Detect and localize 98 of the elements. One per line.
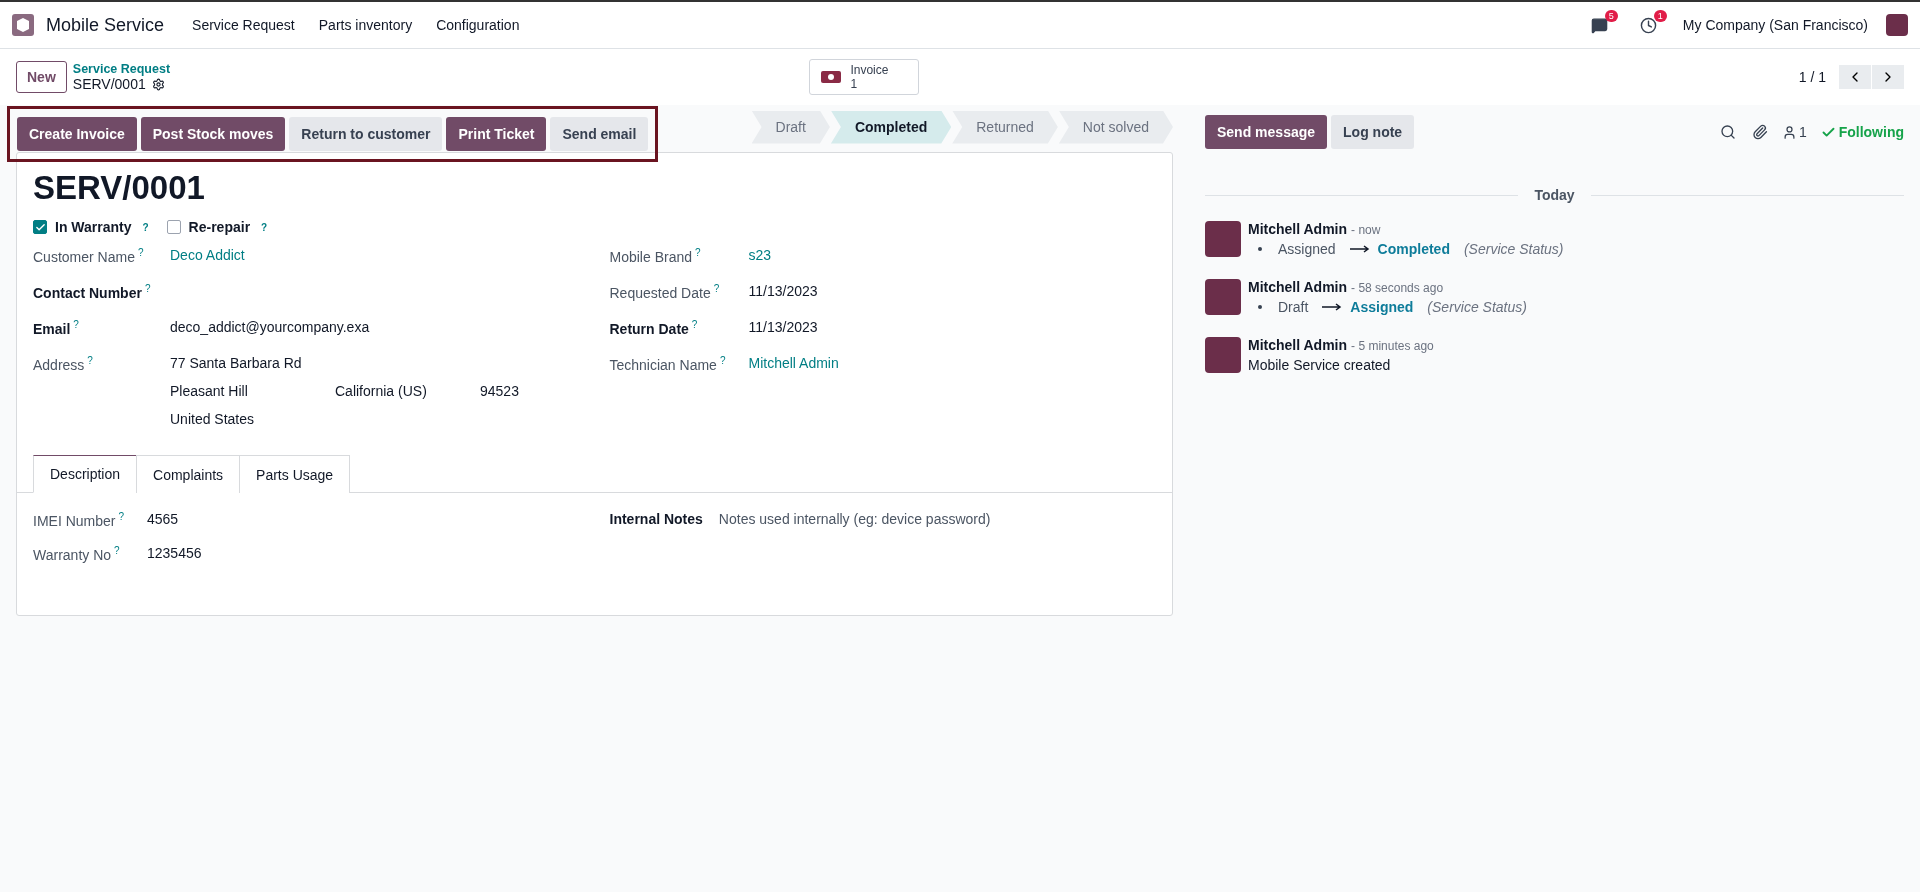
status-step[interactable]: Not solved: [1058, 110, 1173, 144]
field-label: Technician Name: [609, 356, 717, 373]
field-name: (Service Status): [1427, 299, 1527, 315]
message-time: - 58 seconds ago: [1351, 281, 1444, 295]
menu-item[interactable]: Service Request: [182, 17, 305, 33]
date-separator: Today: [1534, 187, 1575, 203]
person-icon: [1781, 124, 1797, 140]
field-label: Internal Notes: [609, 511, 703, 527]
help-tooltip-mark[interactable]: ?: [137, 247, 144, 258]
field-value: 77 Santa Barbara Rd: [170, 355, 303, 371]
log-note-button[interactable]: Log note: [1331, 115, 1415, 149]
settings-icon[interactable]: [151, 77, 165, 91]
help-tooltip-mark[interactable]: ?: [144, 283, 151, 294]
field-value: 11/13/2023: [748, 283, 819, 299]
clock-icon[interactable]: [1639, 16, 1657, 34]
checkbox[interactable]: [33, 220, 47, 234]
record-name: SERV/0001: [72, 76, 146, 92]
message-time: - now: [1351, 223, 1381, 237]
field-link[interactable]: Mitchell Admin: [748, 355, 1156, 371]
chat-icon[interactable]: [1590, 16, 1608, 34]
send-message-button[interactable]: Send message: [1205, 115, 1328, 149]
previous-button[interactable]: [1839, 65, 1871, 89]
tab[interactable]: Complaints: [136, 455, 241, 493]
message-body: Mobile Service created: [1248, 357, 1392, 373]
tab[interactable]: Description: [33, 455, 138, 493]
checkbox[interactable]: [166, 220, 181, 234]
new-value: Completed: [1377, 241, 1450, 257]
message-time: - 5 minutes ago: [1351, 339, 1434, 353]
invoice-smart-button[interactable]: Invoice 1: [809, 59, 920, 95]
field-value: United States: [170, 411, 256, 427]
help-tooltip-mark[interactable]: ?: [142, 221, 149, 233]
menu-item[interactable]: Configuration: [426, 17, 530, 33]
new-button[interactable]: New: [16, 61, 67, 93]
arrow-icon: [1349, 245, 1370, 253]
field-label: Requested Date: [609, 284, 711, 301]
field-label: Return Date: [609, 320, 689, 337]
field-link[interactable]: s23: [748, 247, 1156, 263]
count-badge: 5: [1604, 9, 1618, 22]
field-value: 11/13/2023: [748, 319, 819, 335]
status-step[interactable]: Draft: [751, 110, 830, 144]
checkbox-label: In Warranty: [55, 219, 132, 235]
field-value: California (US): [335, 383, 428, 399]
action-button[interactable]: Create Invoice: [17, 117, 137, 151]
help-tooltip-mark[interactable]: ?: [261, 221, 268, 233]
field-label: Contact Number: [33, 284, 142, 301]
app-logo-icon[interactable]: [12, 14, 34, 36]
help-tooltip-mark[interactable]: ?: [114, 545, 120, 556]
notes-placeholder[interactable]: Notes used internally (eg: device password): [718, 511, 991, 527]
field-value: 94523: [480, 383, 520, 399]
tab[interactable]: Parts Usage: [239, 455, 351, 493]
pager-text: 1 / 1: [1798, 69, 1826, 85]
next-button[interactable]: [1872, 65, 1904, 89]
old-value: Assigned: [1278, 241, 1336, 257]
action-button[interactable]: Return to customer: [289, 117, 443, 151]
action-button[interactable]: Print Ticket: [446, 117, 547, 151]
bullet-icon: [1258, 247, 1262, 251]
field-name: (Service Status): [1463, 241, 1564, 257]
old-value: Draft: [1278, 299, 1309, 315]
user-avatar[interactable]: [1886, 14, 1908, 36]
field-label: Mobile Brand: [609, 248, 692, 265]
bullet-icon: [1258, 305, 1262, 309]
help-tooltip-mark[interactable]: ?: [118, 511, 125, 522]
arrow-icon: [1322, 303, 1343, 311]
new-value: Assigned: [1350, 299, 1414, 315]
field-label: Warranty No: [33, 546, 112, 563]
help-tooltip-mark[interactable]: ?: [695, 247, 701, 258]
status-step[interactable]: Completed: [830, 110, 952, 144]
count-badge: 1: [1653, 9, 1667, 22]
help-tooltip-mark[interactable]: ?: [691, 319, 698, 330]
breadcrumb-link[interactable]: Service Request: [72, 62, 171, 76]
record-title: SERV/0001: [33, 169, 206, 207]
company-name[interactable]: My Company (San Francisco): [1682, 17, 1868, 33]
search-icon[interactable]: [1719, 124, 1736, 140]
field-value: 4565: [147, 511, 180, 527]
action-button[interactable]: Post Stock moves: [140, 117, 286, 151]
field-label: Address: [33, 356, 85, 373]
followers-button[interactable]: 1: [1781, 124, 1807, 140]
app-name[interactable]: Mobile Service: [46, 14, 165, 36]
checkbox-label: Re-repair: [188, 219, 251, 235]
field-value: Pleasant Hill: [170, 383, 249, 399]
help-tooltip-mark[interactable]: ?: [73, 319, 79, 330]
field-label: Email: [33, 320, 71, 337]
help-tooltip-mark[interactable]: ?: [719, 355, 726, 366]
banknote-icon: [820, 70, 843, 84]
field-value: 1235456: [147, 545, 203, 561]
help-tooltip-mark[interactable]: ?: [87, 355, 93, 366]
message-author[interactable]: Mitchell Admin: [1248, 337, 1348, 353]
field-label: IMEI Number: [33, 512, 116, 529]
paperclip-icon[interactable]: [1751, 124, 1768, 140]
help-tooltip-mark[interactable]: ?: [713, 283, 720, 294]
field-label: Customer Name: [33, 248, 135, 265]
message-author[interactable]: Mitchell Admin: [1248, 221, 1348, 237]
status-step[interactable]: Returned: [952, 110, 1058, 144]
menu-item[interactable]: Parts inventory: [308, 17, 423, 33]
field-value: deco_addict@yourcompany.exa: [170, 319, 371, 335]
message-author[interactable]: Mitchell Admin: [1248, 279, 1348, 295]
field-link[interactable]: Deco Addict: [170, 247, 580, 263]
action-button[interactable]: Send email: [550, 117, 649, 151]
